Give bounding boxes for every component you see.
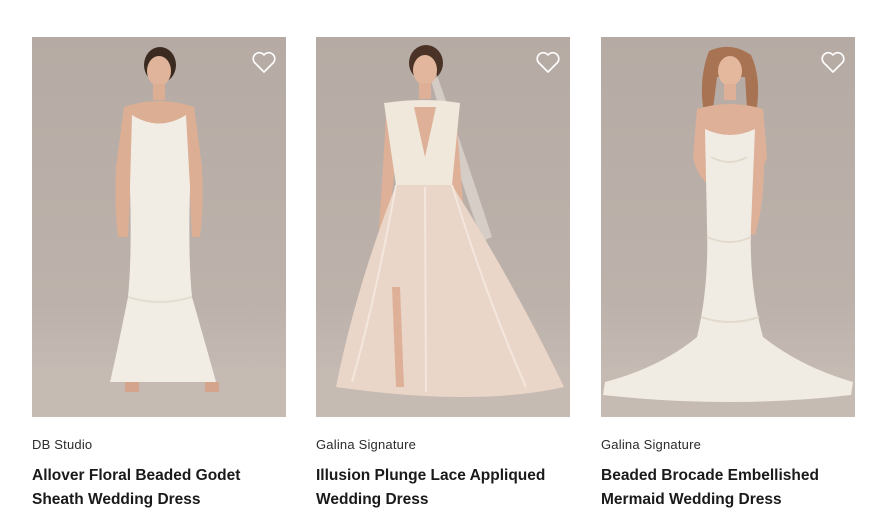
product-card[interactable]: Galina Signature Beaded Brocade Embellis… (601, 37, 855, 512)
product-brand: Galina Signature (316, 437, 417, 452)
product-image[interactable] (601, 37, 855, 417)
product-brand: DB Studio (32, 437, 93, 452)
model-photo (316, 45, 570, 417)
product-title[interactable]: Beaded Brocade Embellished Mermaid Weddi… (601, 464, 855, 512)
product-image[interactable] (32, 37, 286, 417)
favorite-heart-icon[interactable] (251, 50, 277, 74)
favorite-heart-icon[interactable] (820, 50, 846, 74)
product-title[interactable]: Illusion Plunge Lace Appliqued Wedding D… (316, 464, 570, 512)
product-brand: Galina Signature (601, 437, 702, 452)
product-card[interactable]: Galina Signature Illusion Plunge Lace Ap… (316, 37, 570, 512)
model-photo (601, 46, 855, 417)
product-title[interactable]: Allover Floral Beaded Godet Sheath Weddi… (32, 464, 286, 512)
favorite-heart-icon[interactable] (535, 50, 561, 74)
product-image[interactable] (316, 37, 570, 417)
product-grid: DB Studio Allover Floral Beaded Godet Sh… (0, 0, 887, 524)
model-photo (32, 47, 286, 417)
product-card[interactable]: DB Studio Allover Floral Beaded Godet Sh… (32, 37, 286, 512)
